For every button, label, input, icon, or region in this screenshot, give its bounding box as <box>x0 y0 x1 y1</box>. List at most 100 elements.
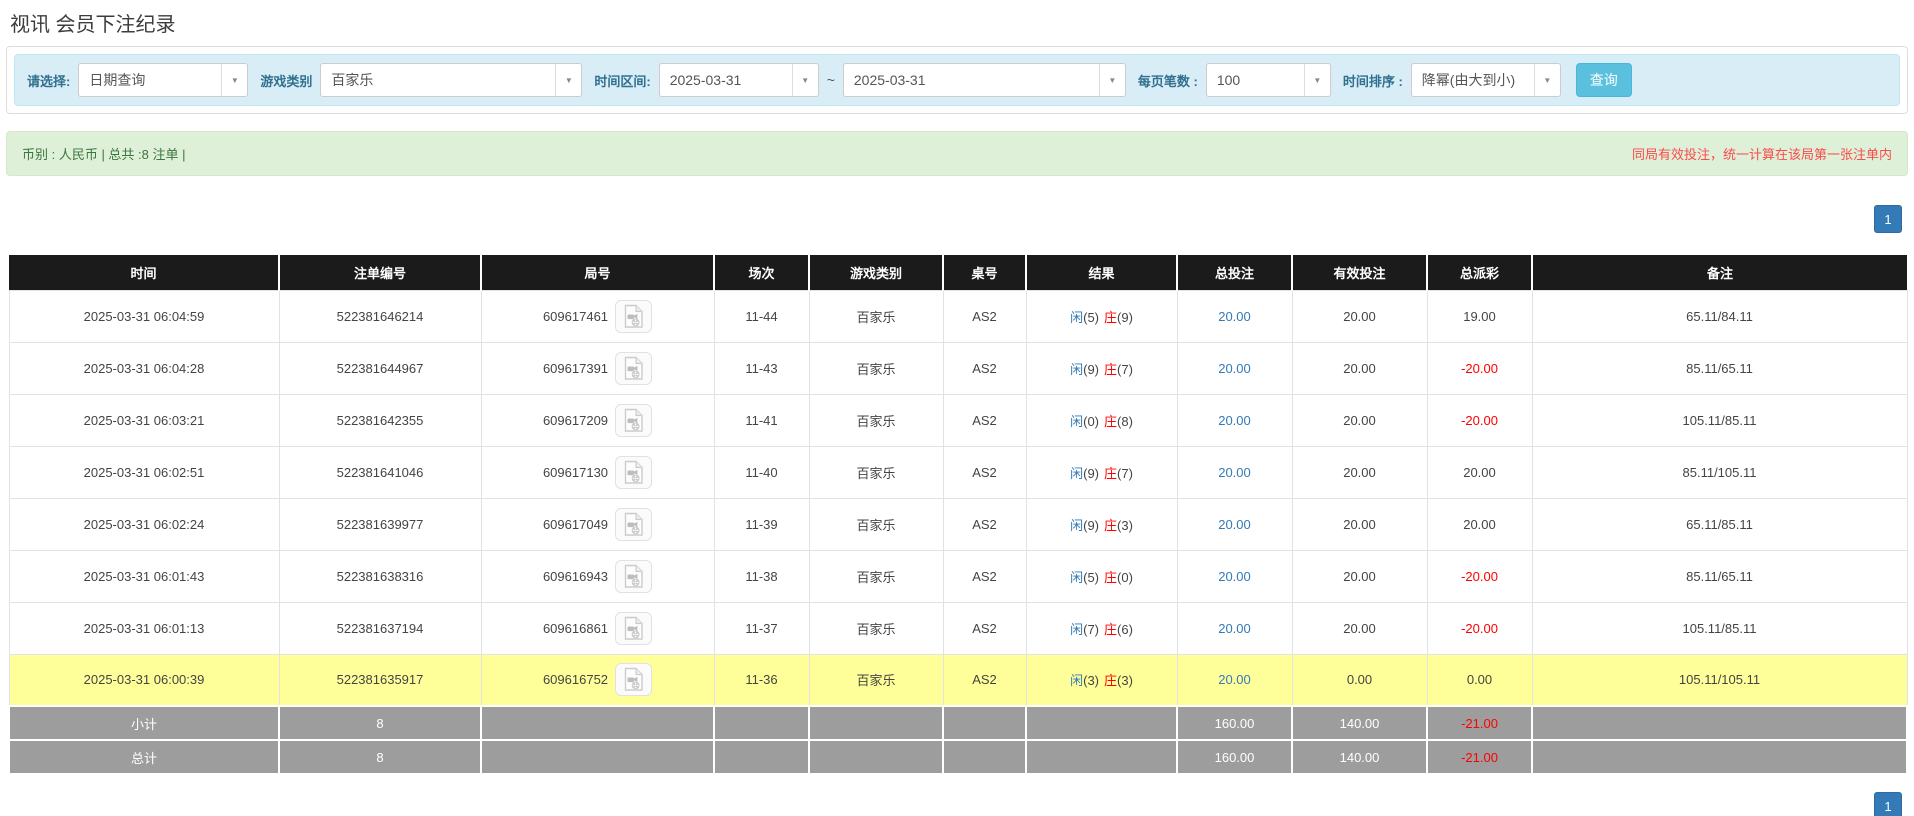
video-replay-button[interactable] <box>615 508 652 541</box>
total-label: 总计 <box>9 740 279 774</box>
table-footer: 小计 8 160.00 140.00 -21.00 总计 8 160.00 14… <box>9 706 1907 774</box>
time-cell: 2025-03-31 06:03:21 <box>9 394 279 446</box>
video-replay-button[interactable] <box>615 300 652 333</box>
filter-panel: 请选择: 日期查询 ▼ 游戏类别 百家乐 ▼ 时间区间: 2025-03-31 … <box>14 54 1900 106</box>
round-id: 609617049 <box>543 517 608 532</box>
result-banker-label: 庄 <box>1104 622 1117 637</box>
bet-id-cell: 522381641046 <box>279 446 481 498</box>
game-type-cell: 百家乐 <box>809 446 943 498</box>
query-type-select[interactable]: 日期查询 ▼ <box>78 63 248 97</box>
session-cell: 11-36 <box>714 654 809 706</box>
video-replay-button[interactable] <box>615 560 652 593</box>
table-number-cell: AS2 <box>943 290 1026 342</box>
page-title: 视讯 会员下注纪录 <box>10 8 1914 37</box>
result-banker-score: (3) <box>1117 518 1133 533</box>
result-player-score: (9) <box>1083 466 1099 481</box>
total-bet-cell: 20.00 <box>1177 290 1292 342</box>
total-bet-link[interactable]: 20.00 <box>1218 569 1251 584</box>
column-header-8: 有效投注 <box>1292 255 1427 290</box>
video-replay-button[interactable] <box>615 352 652 385</box>
time-cell: 2025-03-31 06:01:43 <box>9 550 279 602</box>
chevron-down-icon[interactable]: ▼ <box>1304 64 1330 96</box>
game-type-cell: 百家乐 <box>809 602 943 654</box>
game-type-label: 游戏类别 <box>260 71 312 90</box>
page-1-button[interactable]: 1 <box>1874 205 1902 233</box>
date-from-select[interactable]: 2025-03-31 ▼ <box>659 63 819 97</box>
remark-cell: 65.11/85.11 <box>1532 498 1907 550</box>
result-banker-label: 庄 <box>1104 466 1117 481</box>
chevron-down-icon[interactable]: ▼ <box>221 64 247 96</box>
bet-id-cell: 522381637194 <box>279 602 481 654</box>
table-number-cell: AS2 <box>943 394 1026 446</box>
time-sort-select[interactable]: 降幂(由大到小) ▼ <box>1411 63 1561 97</box>
subtotal-valid-bet: 140.00 <box>1292 706 1427 740</box>
time-range-label: 时间区间: <box>594 71 650 90</box>
result-banker-score: (7) <box>1117 466 1133 481</box>
search-button[interactable]: 查询 <box>1576 63 1632 97</box>
summary-bar: 币别 : 人民币 | 总共 :8 注单 | 同局有效投注，统一计算在该局第一张注… <box>6 131 1908 176</box>
video-file-icon <box>623 408 644 433</box>
session-cell: 11-39 <box>714 498 809 550</box>
column-header-4: 游戏类别 <box>809 255 943 290</box>
table-number-cell: AS2 <box>943 498 1026 550</box>
total-bet-link[interactable]: 20.00 <box>1218 309 1251 324</box>
page-size-select[interactable]: 100 ▼ <box>1206 63 1331 97</box>
pagination-top: 1 <box>0 205 1902 233</box>
result-player-label: 闲 <box>1070 518 1083 533</box>
payout-cell: 20.00 <box>1427 498 1532 550</box>
total-bet-link[interactable]: 20.00 <box>1218 465 1251 480</box>
remark-cell: 105.11/105.11 <box>1532 654 1907 706</box>
total-bet-link[interactable]: 20.00 <box>1218 621 1251 636</box>
column-header-1: 注单编号 <box>279 255 481 290</box>
valid-bet-cell: 20.00 <box>1292 290 1427 342</box>
chevron-down-icon[interactable]: ▼ <box>1099 64 1125 96</box>
page-1-button[interactable]: 1 <box>1874 792 1902 816</box>
result-banker-score: (0) <box>1117 570 1133 585</box>
total-bet-link[interactable]: 20.00 <box>1218 517 1251 532</box>
table-row: 2025-03-31 06:01:13 522381637194 6096168… <box>9 602 1907 654</box>
total-bet-cell: 20.00 <box>1177 602 1292 654</box>
video-file-icon <box>623 460 644 485</box>
video-replay-button[interactable] <box>615 612 652 645</box>
total-bet-link[interactable]: 20.00 <box>1218 361 1251 376</box>
result-banker-score: (3) <box>1117 673 1133 688</box>
round-id: 609616861 <box>543 621 608 636</box>
select-type-label: 请选择: <box>27 71 70 90</box>
date-to-select[interactable]: 2025-03-31 ▼ <box>843 63 1126 97</box>
game-type-select[interactable]: 百家乐 ▼ <box>320 63 582 97</box>
column-header-5: 桌号 <box>943 255 1026 290</box>
game-type-cell: 百家乐 <box>809 498 943 550</box>
subtotal-total-bet: 160.00 <box>1177 706 1292 740</box>
time-cell: 2025-03-31 06:02:51 <box>9 446 279 498</box>
game-type-cell: 百家乐 <box>809 550 943 602</box>
video-file-icon <box>623 616 644 641</box>
table-row: 2025-03-31 06:04:28 522381644967 6096173… <box>9 342 1907 394</box>
round-cell: 609617391 <box>481 342 714 394</box>
table-number-cell: AS2 <box>943 550 1026 602</box>
table-number-cell: AS2 <box>943 654 1026 706</box>
session-cell: 11-43 <box>714 342 809 394</box>
column-header-9: 总派彩 <box>1427 255 1532 290</box>
video-replay-button[interactable] <box>615 663 652 696</box>
remark-cell: 105.11/85.11 <box>1532 394 1907 446</box>
result-player-score: (5) <box>1083 570 1099 585</box>
game-type-cell: 百家乐 <box>809 654 943 706</box>
total-bet-link[interactable]: 20.00 <box>1218 413 1251 428</box>
column-header-6: 结果 <box>1026 255 1177 290</box>
total-bet-cell: 20.00 <box>1177 550 1292 602</box>
result-cell: 闲(3)庄(3) <box>1026 654 1177 706</box>
round-id: 609616752 <box>543 672 608 687</box>
total-row: 总计 8 160.00 140.00 -21.00 <box>9 740 1907 774</box>
result-player-score: (0) <box>1083 414 1099 429</box>
chevron-down-icon[interactable]: ▼ <box>555 64 581 96</box>
video-replay-button[interactable] <box>615 404 652 437</box>
total-bet-cell: 20.00 <box>1177 394 1292 446</box>
chevron-down-icon[interactable]: ▼ <box>1534 64 1560 96</box>
video-replay-button[interactable] <box>615 456 652 489</box>
time-sort-value: 降幂(由大到小) <box>1412 64 1534 96</box>
date-to-value: 2025-03-31 <box>844 64 1099 96</box>
chevron-down-icon[interactable]: ▼ <box>792 64 818 96</box>
total-bet-link[interactable]: 20.00 <box>1218 672 1251 687</box>
payout-cell: -20.00 <box>1427 394 1532 446</box>
range-tilde: ~ <box>827 72 835 88</box>
